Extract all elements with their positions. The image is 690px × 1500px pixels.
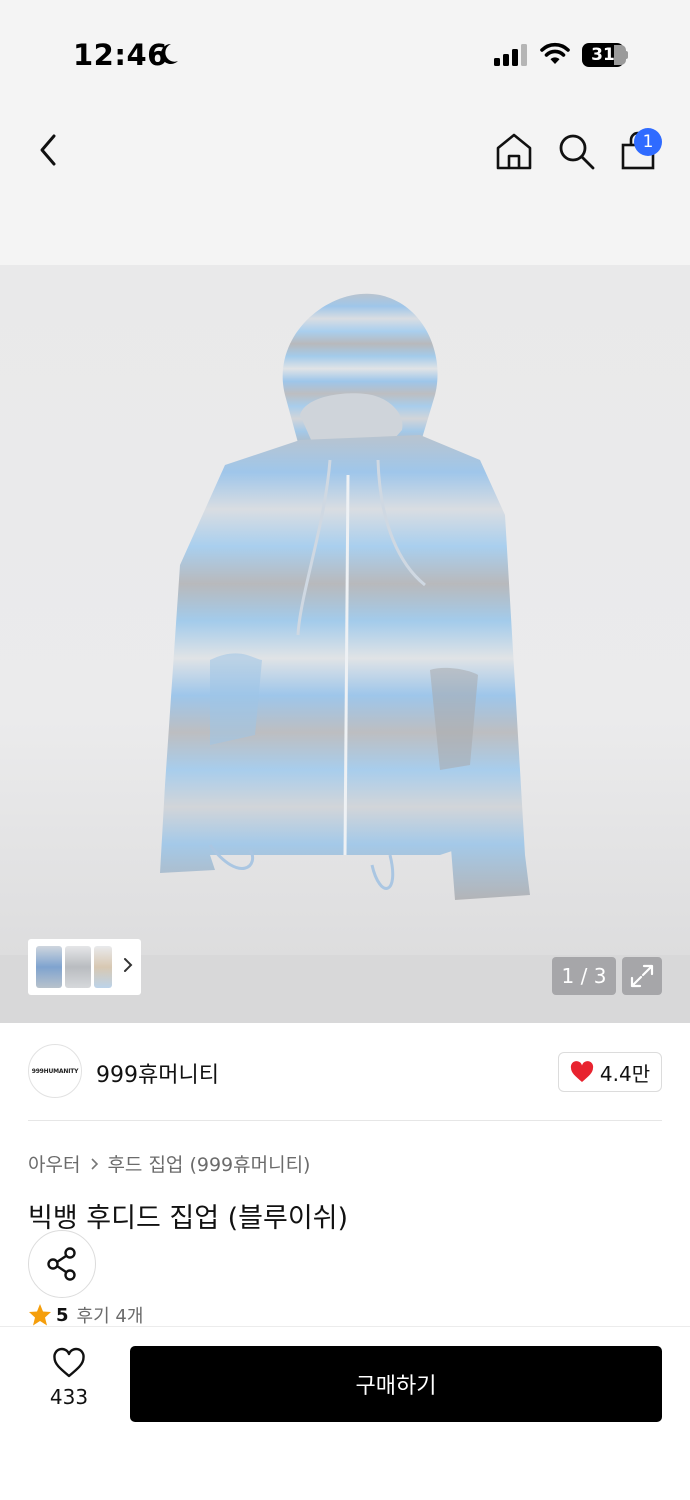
bottom-action-bar: 433 구매하기 xyxy=(0,1326,690,1500)
brand-row[interactable]: 999HUMANITY 999휴머니티 4.4만 xyxy=(0,1023,690,1121)
rating-score: 5 xyxy=(56,1304,69,1326)
divider xyxy=(28,1120,662,1121)
chevron-right-icon xyxy=(123,957,133,977)
product-photo xyxy=(160,293,530,900)
share-button[interactable] xyxy=(28,1230,96,1298)
back-button[interactable] xyxy=(28,130,68,170)
brand-logo-text: 999HUMANITY xyxy=(31,1067,79,1075)
signal-icon xyxy=(494,44,528,70)
rating-row[interactable]: 5 후기 4개 xyxy=(28,1303,143,1327)
page-counter: 1 / 3 xyxy=(552,957,616,995)
breadcrumb-category[interactable]: 아우터 xyxy=(28,1150,80,1177)
chevron-left-icon xyxy=(40,134,56,166)
star-icon xyxy=(29,1304,51,1326)
brand-like-count: 4.4만 xyxy=(599,1061,651,1086)
product-title: 빅뱅 후디드 집업 (블루이쉬) xyxy=(28,1203,349,1234)
brand-name[interactable]: 999휴머니티 xyxy=(96,1057,219,1089)
share-icon xyxy=(47,1247,76,1281)
top-navigation xyxy=(0,110,690,265)
search-button[interactable] xyxy=(556,130,596,172)
battery-icon: 31 xyxy=(582,43,628,67)
expand-icon xyxy=(630,964,654,988)
product-image[interactable]: 1 / 3 xyxy=(0,265,690,1023)
heart-filled-icon xyxy=(570,1061,594,1082)
heart-outline-icon xyxy=(53,1347,85,1378)
status-time: 12:46 xyxy=(73,38,168,72)
chevron-right-icon xyxy=(90,1157,99,1171)
wishlist-button[interactable]: 433 xyxy=(34,1347,104,1427)
expand-button[interactable] xyxy=(622,957,662,995)
brand-logo[interactable]: 999HUMANITY xyxy=(28,1044,82,1098)
breadcrumb-subcategory[interactable]: 후드 집업 (999휴머니티) xyxy=(107,1150,310,1177)
brand-like-button[interactable]: 4.4만 xyxy=(558,1052,662,1092)
buy-button[interactable]: 구매하기 xyxy=(130,1346,662,1422)
review-count[interactable]: 후기 4개 xyxy=(77,1303,144,1327)
home-button[interactable] xyxy=(494,130,534,172)
breadcrumb: 아우터 후드 집업 (999휴머니티) xyxy=(28,1150,310,1177)
home-icon xyxy=(496,133,532,170)
wifi-icon xyxy=(540,42,570,70)
moon-icon xyxy=(156,42,180,70)
thumbnail-3[interactable] xyxy=(94,946,112,988)
thumbnail-2[interactable] xyxy=(65,946,91,988)
wishlist-count: 433 xyxy=(49,1385,89,1409)
cart-badge: 1 xyxy=(634,128,662,156)
thumbnail-strip[interactable] xyxy=(28,939,141,995)
search-icon xyxy=(559,134,595,170)
status-bar: 12:46 31 xyxy=(0,0,690,110)
thumbnail-1[interactable] xyxy=(36,946,62,988)
